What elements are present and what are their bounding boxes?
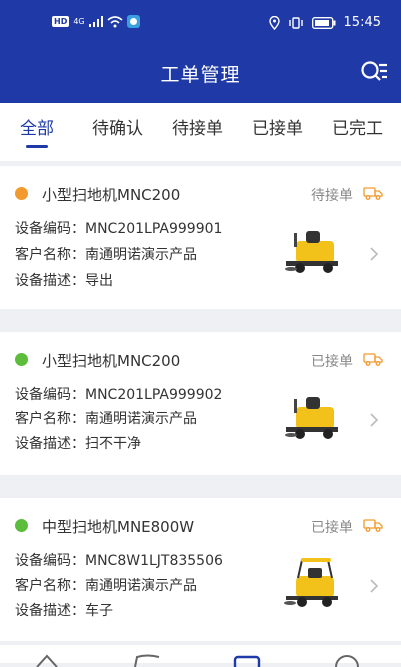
status-tabs: 全部 待确认 待接单 已接单 已完工	[0, 103, 401, 161]
description-row: 设备描述：扫不干净	[15, 436, 141, 452]
device-code: MNC201LPA999901	[85, 221, 223, 237]
signal-icon	[88, 16, 103, 27]
device-code-row: 设备编码：MNC8W1LJT835506	[15, 553, 223, 569]
filter-menu-icon[interactable]	[360, 60, 388, 84]
orders-tab-icon[interactable]	[233, 653, 261, 667]
status-time: 15:45	[343, 15, 381, 30]
active-tab-indicator	[26, 145, 48, 148]
truck-icon	[363, 519, 383, 532]
work-order-card[interactable]: 中型扫地机MNE800W 已接单 设备编码：MNC8W1LJT835506 客户…	[0, 498, 401, 641]
network-label: 4G	[73, 17, 85, 26]
chevron-right-icon	[370, 413, 379, 427]
profile-icon[interactable]	[333, 653, 361, 667]
customer-name: 南通明诺演示产品	[85, 247, 197, 263]
status-dot	[15, 353, 28, 366]
truck-icon	[363, 187, 383, 200]
chevron-right-icon	[370, 579, 379, 593]
customer-row: 客户名称：南通明诺演示产品	[15, 411, 197, 427]
device-name: 小型扫地机MNC200	[42, 186, 181, 204]
app-notification-icon	[126, 15, 140, 28]
hd-badge: HD	[52, 16, 70, 27]
customer-row: 客户名称：南通明诺演示产品	[15, 578, 197, 594]
customer-row: 客户名称：南通明诺演示产品	[15, 247, 197, 263]
status-bar: HD 4G 15:45	[0, 0, 401, 40]
sweeper-image	[285, 231, 338, 273]
sweeper-image	[285, 397, 338, 439]
device-name: 小型扫地机MNC200	[42, 352, 181, 370]
location-icon	[268, 15, 280, 30]
sweeper-image	[284, 558, 338, 607]
chevron-right-icon	[370, 247, 379, 261]
battery-icon	[311, 16, 336, 29]
app-header: HD 4G 15:45 工单管理	[0, 0, 401, 103]
device-description: 扫不干净	[85, 436, 141, 452]
tab-accepted[interactable]: 已接单	[252, 114, 303, 139]
bottom-nav	[0, 645, 401, 667]
page-title: 工单管理	[160, 64, 241, 86]
customer-name: 南通明诺演示产品	[85, 578, 197, 594]
work-order-card[interactable]: 小型扫地机MNC200 待接单 设备编码：MNC201LPA999901 客户名…	[0, 166, 401, 309]
status-dot	[15, 519, 28, 532]
order-status: 待接单	[311, 188, 353, 204]
device-code-row: 设备编码：MNC201LPA999902	[15, 387, 223, 403]
description-row: 设备描述：导出	[15, 273, 113, 289]
order-status: 已接单	[311, 520, 353, 536]
order-status: 已接单	[311, 354, 353, 370]
tab-to-accept[interactable]: 待接单	[172, 114, 223, 139]
device-code-row: 设备编码：MNC201LPA999901	[15, 221, 223, 237]
truck-icon	[363, 353, 383, 366]
device-code: MNC201LPA999902	[85, 387, 223, 403]
device-description: 导出	[85, 273, 113, 289]
work-order-card[interactable]: 小型扫地机MNC200 已接单 设备编码：MNC201LPA999902 客户名…	[0, 332, 401, 475]
home-icon[interactable]	[33, 653, 61, 667]
wifi-icon	[107, 15, 123, 27]
tab-all[interactable]: 全部	[20, 114, 54, 139]
customer-name: 南通明诺演示产品	[85, 411, 197, 427]
status-dot	[15, 187, 28, 200]
device-description: 车子	[85, 603, 113, 619]
description-row: 设备描述：车子	[15, 603, 113, 619]
device-name: 中型扫地机MNE800W	[42, 518, 195, 536]
tab-to-confirm[interactable]: 待确认	[92, 114, 143, 139]
work-order-icon[interactable]	[133, 653, 161, 667]
vibrate-icon	[288, 16, 303, 29]
tab-completed[interactable]: 已完工	[332, 114, 383, 139]
device-code: MNC8W1LJT835506	[85, 553, 223, 569]
